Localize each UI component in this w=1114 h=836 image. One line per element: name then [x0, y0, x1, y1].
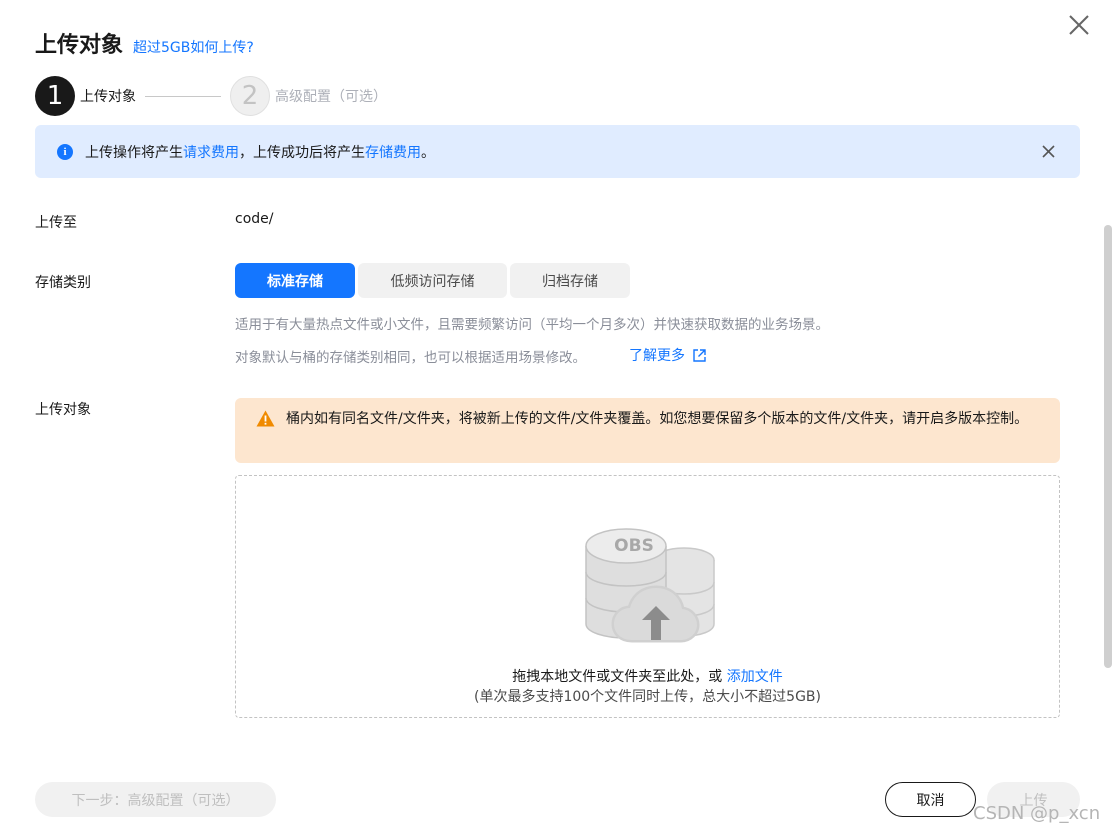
info-text: 上传操作将产生请求费用，上传成功后将产生存储费用。	[85, 144, 435, 161]
close-icon[interactable]	[1066, 12, 1092, 38]
watermark: CSDN @p_xcn	[973, 803, 1101, 824]
next-step-button[interactable]: 下一步：高级配置（可选）	[35, 782, 276, 817]
upload-object-label: 上传对象	[35, 402, 91, 418]
info-icon: i	[57, 143, 73, 160]
drop-instruction: 拖拽本地文件或文件夹至此处，或 添加文件	[512, 669, 783, 685]
step-1-label: 上传对象	[80, 89, 136, 105]
request-fee-link[interactable]: 请求费用	[183, 145, 239, 161]
dialog-title: 上传对象 超过5GB如何上传?	[35, 27, 254, 59]
scrollbar[interactable]	[1104, 225, 1112, 668]
cancel-button[interactable]: 取消	[885, 782, 976, 817]
external-link-icon	[693, 348, 706, 362]
close-icon[interactable]	[1041, 144, 1056, 159]
step-connector	[145, 95, 221, 97]
add-file-link[interactable]: 添加文件	[727, 669, 783, 685]
learn-more-link[interactable]: 了解更多	[629, 345, 707, 365]
step-2-label: 高级配置（可选）	[275, 89, 387, 105]
storage-note: 对象默认与桶的存储类别相同，也可以根据适用场景修改。	[235, 350, 586, 366]
upload-to-label: 上传至	[35, 215, 77, 231]
help-link[interactable]: 超过5GB如何上传?	[133, 37, 254, 57]
upload-path-value: code/	[235, 211, 274, 227]
step-1-number: 1	[35, 76, 75, 116]
info-banner: i 上传操作将产生请求费用，上传成功后将产生存储费用。	[35, 125, 1080, 178]
storage-fee-link[interactable]: 存储费用	[365, 145, 421, 161]
warning-icon	[256, 410, 275, 427]
step-2-number: 2	[230, 76, 270, 116]
warning-text: 桶内如有同名文件/文件夹，将被新上传的文件/文件夹覆盖。如您想要保留多个版本的文…	[286, 411, 1029, 427]
storage-description: 适用于有大量热点文件或小文件，且需要频繁访问（平均一个月多次）并快速获取数据的业…	[235, 317, 829, 333]
storage-class-standard[interactable]: 标准存储	[235, 263, 355, 298]
step-indicator: 1 上传对象 2 高级配置（可选）	[35, 76, 387, 116]
storage-class-infrequent[interactable]: 低频访问存储	[358, 263, 507, 298]
storage-class-archive[interactable]: 归档存储	[510, 263, 630, 298]
storage-class-label: 存储类别	[35, 275, 91, 291]
overwrite-warning: 桶内如有同名文件/文件夹，将被新上传的文件/文件夹覆盖。如您想要保留多个版本的文…	[235, 398, 1060, 463]
obs-label: OBS	[614, 536, 654, 556]
drop-limits: (单次最多支持100个文件同时上传，总大小不超过5GB)	[473, 689, 821, 705]
file-drop-zone[interactable]: OBS 拖拽本地文件或文件夹至此处，或 添加文件 (单次最多支持100个文件同时…	[235, 475, 1060, 718]
page-title: 上传对象	[35, 33, 124, 58]
